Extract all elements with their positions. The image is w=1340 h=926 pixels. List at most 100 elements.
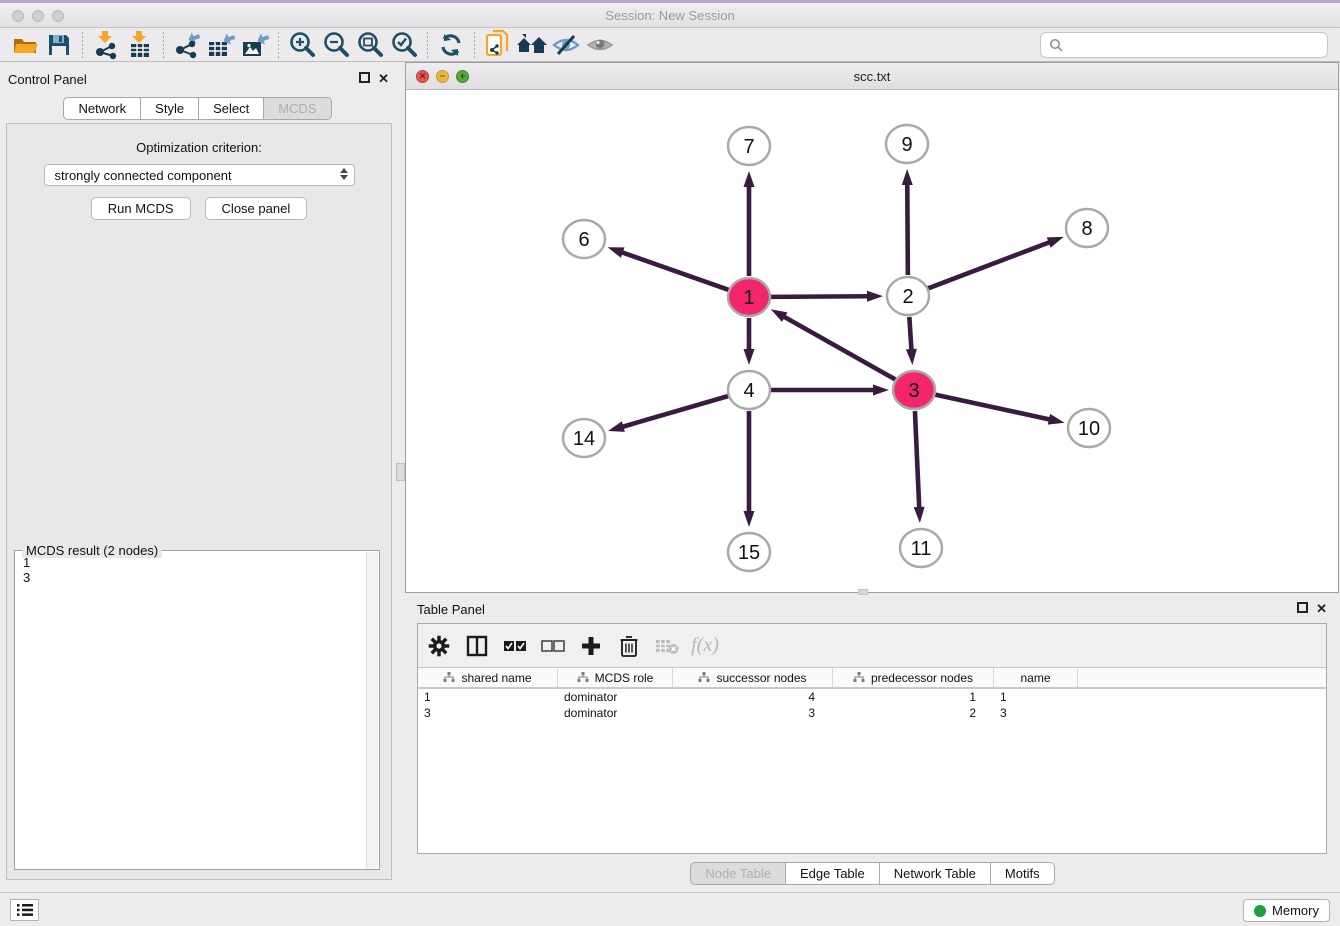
open-session-button[interactable]: [8, 28, 42, 62]
import-network-icon: [92, 30, 120, 60]
column-header-shared-name[interactable]: shared name: [418, 668, 558, 687]
search-field[interactable]: [1040, 32, 1328, 58]
import-network-button[interactable]: [89, 28, 123, 62]
import-table-button[interactable]: [123, 28, 157, 62]
tab-mcds[interactable]: MCDS: [264, 97, 331, 120]
tab-network-table[interactable]: Network Table: [880, 862, 991, 885]
export-network-button[interactable]: [170, 28, 204, 62]
tab-motifs[interactable]: Motifs: [991, 862, 1055, 885]
delete-table-icon: [655, 637, 679, 655]
window-title: Session: New Session: [0, 8, 1340, 23]
zoom-out-button[interactable]: [319, 28, 353, 62]
node-table[interactable]: shared name MCDS role successor nodes pr…: [418, 667, 1326, 853]
graph-edge-2-3[interactable]: [909, 317, 911, 351]
graph-node-label: 14: [573, 428, 595, 450]
graph-edge-2-9[interactable]: [907, 183, 908, 275]
search-icon: [1049, 38, 1063, 52]
table-settings-button[interactable]: [426, 633, 452, 659]
graph-edge-1-2[interactable]: [770, 296, 869, 297]
graph-edge-3-11[interactable]: [915, 411, 919, 509]
export-image-icon: [240, 30, 270, 60]
network-graph[interactable]: 7968124314101511: [406, 90, 1338, 592]
graph-edge-3-10[interactable]: [935, 394, 1051, 419]
criterion-dropdown[interactable]: strongly connected component: [44, 164, 355, 186]
result-scrollbar[interactable]: [366, 552, 378, 868]
save-session-button[interactable]: [42, 28, 76, 62]
memory-status-icon: [1254, 905, 1266, 917]
graph-edge-1-6[interactable]: [621, 252, 729, 290]
toolbar-separator: [82, 32, 83, 58]
network-file-button[interactable]: [481, 28, 515, 62]
graph-edge-3-1[interactable]: [783, 316, 896, 380]
task-history-button[interactable]: [10, 899, 39, 921]
delete-column-button[interactable]: [616, 633, 642, 659]
export-table-button[interactable]: [204, 28, 238, 62]
zoom-selected-button[interactable]: [387, 28, 421, 62]
mcds-result-group: MCDS result (2 nodes) 1 3: [14, 550, 380, 870]
control-panel-tabs: Network Style Select MCDS: [0, 97, 395, 120]
column-header-mcds-role[interactable]: MCDS role: [558, 668, 673, 687]
toolbar-separator: [427, 32, 428, 58]
memory-button[interactable]: Memory: [1243, 899, 1330, 922]
zoom-fit-icon: [355, 30, 385, 60]
graph-edge-2-8[interactable]: [928, 242, 1051, 289]
graph-node-label: 11: [911, 538, 932, 560]
deselect-all-button[interactable]: [540, 633, 566, 659]
network-window-titlebar: ✕ − + scc.txt: [406, 63, 1338, 90]
network-window-title: scc.txt: [406, 69, 1338, 84]
tab-edge-table[interactable]: Edge Table: [786, 862, 880, 885]
tab-node-table[interactable]: Node Table: [690, 862, 786, 885]
fx-label: f(x): [691, 634, 719, 657]
table-panel: Table Panel ✕: [405, 595, 1340, 890]
refresh-button[interactable]: [434, 28, 468, 62]
toolbar-separator: [278, 32, 279, 58]
network-canvas[interactable]: 7968124314101511: [406, 90, 1338, 592]
show-columns-button[interactable]: [464, 633, 490, 659]
tab-select[interactable]: Select: [199, 97, 264, 120]
select-all-button[interactable]: [502, 633, 528, 659]
add-column-button[interactable]: [578, 633, 604, 659]
float-panel-icon[interactable]: [1297, 602, 1308, 613]
show-all-button[interactable]: [583, 28, 617, 62]
zoom-fit-button[interactable]: [353, 28, 387, 62]
trash-icon: [619, 635, 639, 657]
graph-node-label: 6: [578, 229, 589, 251]
zoom-out-icon: [321, 30, 351, 60]
graph-edge-4-14[interactable]: [621, 396, 728, 427]
column-type-icon: [698, 672, 710, 683]
panel-splitter-handle[interactable]: [396, 463, 405, 481]
close-panel-button[interactable]: Close panel: [205, 197, 308, 220]
cell-predecessor-nodes: 2: [833, 705, 994, 721]
column-header-predecessor-nodes[interactable]: predecessor nodes: [833, 668, 994, 687]
graph-arrowhead: [1048, 414, 1065, 425]
zoom-in-button[interactable]: [285, 28, 319, 62]
graph-arrowhead: [608, 421, 625, 432]
column-type-icon: [853, 672, 865, 683]
gear-icon: [427, 634, 451, 658]
float-panel-icon[interactable]: [359, 72, 370, 83]
graph-arrowhead: [873, 385, 889, 396]
run-mcds-button[interactable]: Run MCDS: [91, 197, 191, 220]
tab-style[interactable]: Style: [141, 97, 199, 120]
column-type-icon: [577, 672, 589, 683]
export-image-button[interactable]: [238, 28, 272, 62]
delete-table-button[interactable]: [654, 633, 680, 659]
dropdown-stepper-icon: [340, 168, 348, 180]
home-button[interactable]: [515, 28, 549, 62]
tab-network[interactable]: Network: [63, 97, 141, 120]
mcds-result-text[interactable]: 1 3: [17, 555, 365, 867]
column-header-successor-nodes[interactable]: successor nodes: [673, 668, 833, 687]
close-panel-icon[interactable]: ✕: [1316, 602, 1327, 616]
table-panel-content: f(x) shared name MCDS role successor n: [417, 623, 1327, 854]
graph-arrowhead: [902, 169, 913, 185]
column-header-name[interactable]: name: [994, 668, 1078, 687]
search-input[interactable]: [1069, 38, 1319, 53]
application-window: Session: New Session: [0, 0, 1340, 926]
graph-arrowhead: [744, 511, 755, 527]
table-row[interactable]: 1 dominator 4 1 1: [418, 689, 1326, 705]
cell-name: 3: [994, 705, 1078, 721]
hide-selected-button[interactable]: [549, 28, 583, 62]
function-builder-button[interactable]: f(x): [692, 633, 718, 659]
close-panel-icon[interactable]: ✕: [378, 72, 389, 86]
table-row[interactable]: 3 dominator 3 2 3: [418, 705, 1326, 721]
